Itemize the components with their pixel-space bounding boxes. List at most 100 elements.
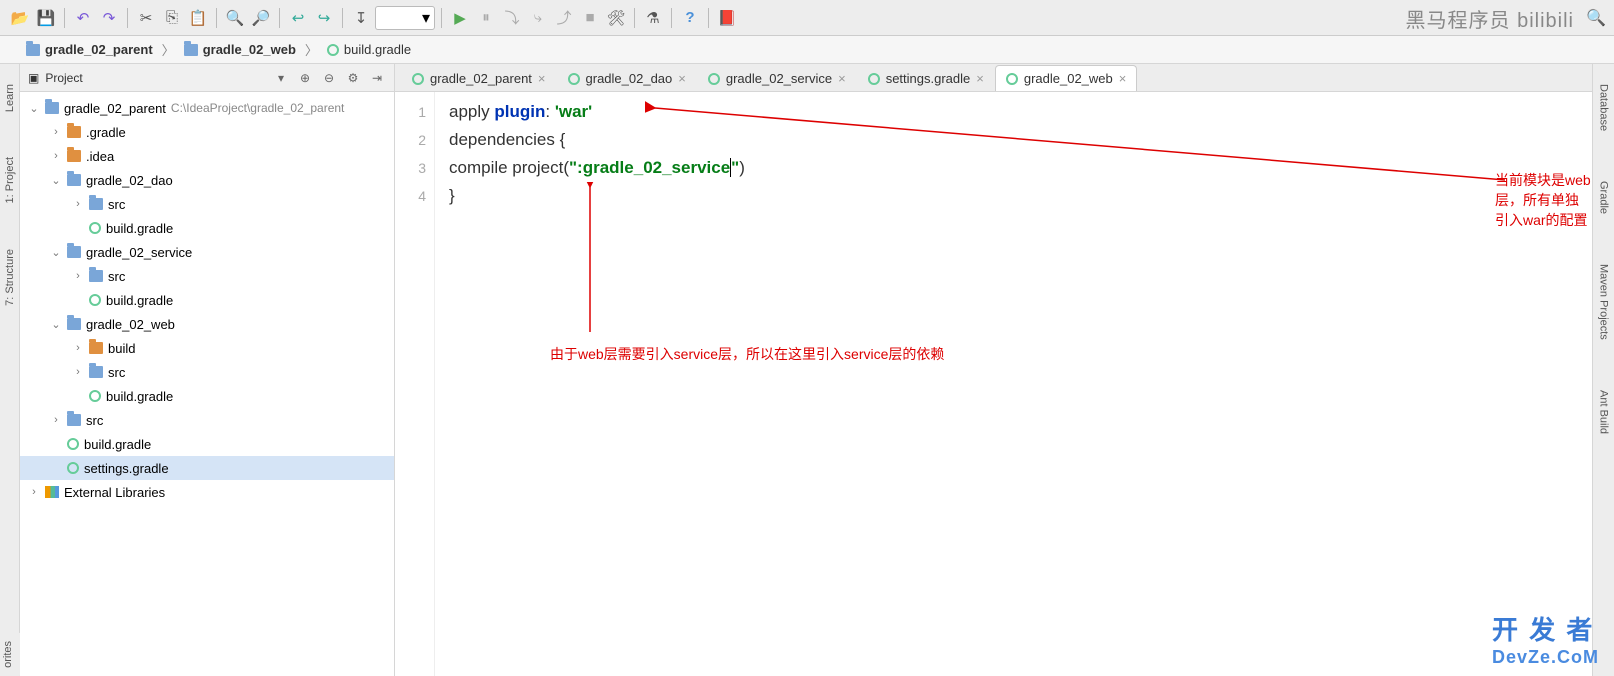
tree-row[interactable]: ›src bbox=[20, 192, 394, 216]
favorites-tool[interactable]: orites bbox=[0, 633, 20, 676]
code-content[interactable]: apply plugin: 'war' dependencies { compi… bbox=[435, 92, 1592, 676]
maven-tool[interactable]: Maven Projects bbox=[1598, 264, 1610, 340]
folder-icon bbox=[89, 198, 103, 210]
editconfig-icon[interactable]: 🛠 bbox=[604, 6, 628, 30]
crumb-web[interactable]: gradle_02_web bbox=[178, 42, 302, 57]
search-icon[interactable]: 🔍 bbox=[1586, 8, 1606, 28]
database-tool[interactable]: Database bbox=[1598, 84, 1610, 131]
twistie-icon[interactable]: ⌄ bbox=[50, 174, 62, 187]
gradle-icon bbox=[67, 438, 79, 450]
close-icon[interactable]: × bbox=[838, 71, 846, 86]
sort-icon[interactable]: ↧ bbox=[349, 6, 373, 30]
gear-icon[interactable]: ⚙ bbox=[344, 69, 362, 87]
stepin-icon[interactable]: ⤷ bbox=[526, 6, 550, 30]
back-icon[interactable]: ↩ bbox=[286, 6, 310, 30]
gradle-icon bbox=[89, 294, 101, 306]
twistie-icon[interactable]: › bbox=[72, 342, 84, 354]
tree-row[interactable]: ›.idea bbox=[20, 144, 394, 168]
profile-icon[interactable]: ⚗ bbox=[641, 6, 665, 30]
twistie-icon[interactable]: › bbox=[50, 150, 62, 162]
tree-label: External Libraries bbox=[64, 485, 165, 500]
tree-row[interactable]: ›src bbox=[20, 264, 394, 288]
close-icon[interactable]: × bbox=[538, 71, 546, 86]
collapse-icon[interactable]: ⊖ bbox=[320, 69, 338, 87]
redo-icon[interactable]: ↷ bbox=[97, 6, 121, 30]
copy-icon[interactable]: ⎘ bbox=[160, 6, 184, 30]
twistie-icon[interactable]: › bbox=[50, 414, 62, 426]
tree-row[interactable]: ⌄gradle_02_web bbox=[20, 312, 394, 336]
gradle-tool[interactable]: Gradle bbox=[1598, 181, 1610, 214]
project-tool[interactable]: 1: Project bbox=[4, 157, 16, 203]
tree-row[interactable]: build.gradle bbox=[20, 288, 394, 312]
paste-icon[interactable]: 📋 bbox=[186, 6, 210, 30]
tree-row[interactable]: ›src bbox=[20, 408, 394, 432]
twistie-icon[interactable]: ⌄ bbox=[50, 318, 62, 331]
separator bbox=[279, 8, 280, 28]
close-icon[interactable]: × bbox=[678, 71, 686, 86]
twistie-icon[interactable]: › bbox=[72, 198, 84, 210]
close-icon[interactable]: × bbox=[976, 71, 984, 86]
debug-icon[interactable]: ⏸ bbox=[474, 6, 498, 30]
chevron-right-icon: 〉 bbox=[162, 40, 175, 59]
stepout-icon[interactable]: ⤴ bbox=[552, 6, 576, 30]
zoomin-icon[interactable]: 🔍 bbox=[223, 6, 247, 30]
editor-tab[interactable]: gradle_02_service× bbox=[697, 65, 857, 91]
tree-row[interactable]: ⌄gradle_02_parent C:\IdeaProject\gradle_… bbox=[20, 96, 394, 120]
tree-row[interactable]: ⌄gradle_02_dao bbox=[20, 168, 394, 192]
separator bbox=[708, 8, 709, 28]
tree-label: .gradle bbox=[86, 125, 126, 140]
hide-icon[interactable]: ⇥ bbox=[368, 69, 386, 87]
twistie-icon[interactable]: › bbox=[28, 486, 40, 498]
folder-icon bbox=[184, 44, 198, 56]
save-icon[interactable]: 💾 bbox=[34, 6, 58, 30]
editor-tab[interactable]: settings.gradle× bbox=[857, 65, 995, 91]
run-config-combo[interactable]: ▾ bbox=[375, 6, 435, 30]
editor-tab[interactable]: gradle_02_dao× bbox=[557, 65, 697, 91]
project-tree[interactable]: ⌄gradle_02_parent C:\IdeaProject\gradle_… bbox=[20, 92, 394, 676]
dropdown-icon[interactable]: ▾ bbox=[272, 69, 290, 87]
crumb-file[interactable]: build.gradle bbox=[321, 42, 417, 57]
twistie-icon[interactable]: › bbox=[72, 270, 84, 282]
folder-icon bbox=[26, 44, 40, 56]
tree-row[interactable]: › External Libraries bbox=[20, 480, 394, 504]
tree-row[interactable]: build.gradle bbox=[20, 432, 394, 456]
exit-icon[interactable]: 📕 bbox=[715, 6, 739, 30]
open-icon[interactable]: 📂 bbox=[8, 6, 32, 30]
structure-tool[interactable]: 7: Structure bbox=[4, 249, 16, 306]
tree-row[interactable]: › .gradle bbox=[20, 120, 394, 144]
zoomout-icon[interactable]: 🔎 bbox=[249, 6, 273, 30]
stepover-icon[interactable]: ⤵ bbox=[500, 6, 524, 30]
folder-icon bbox=[67, 318, 81, 330]
close-icon[interactable]: × bbox=[1119, 71, 1127, 86]
tree-row[interactable]: ⌄gradle_02_service bbox=[20, 240, 394, 264]
folder-icon bbox=[67, 174, 81, 186]
stop-icon[interactable]: ■ bbox=[578, 6, 602, 30]
twistie-icon[interactable]: › bbox=[72, 366, 84, 378]
editor-tabs: gradle_02_parent×gradle_02_dao×gradle_02… bbox=[395, 64, 1592, 92]
crumb-parent[interactable]: gradle_02_parent bbox=[20, 42, 159, 57]
learn-tool[interactable]: Learn bbox=[4, 84, 16, 112]
ant-tool[interactable]: Ant Build bbox=[1598, 390, 1610, 434]
help-icon[interactable]: ? bbox=[678, 6, 702, 30]
cut-icon[interactable]: ✂ bbox=[134, 6, 158, 30]
tree-row[interactable]: build.gradle bbox=[20, 384, 394, 408]
run-icon[interactable]: ▶ bbox=[448, 6, 472, 30]
tree-row[interactable]: ›src bbox=[20, 360, 394, 384]
annotation-1: 当前模块是web层，所有单独引入war的配置 bbox=[1495, 170, 1592, 230]
editor-tab[interactable]: gradle_02_web× bbox=[995, 65, 1138, 91]
forward-icon[interactable]: ↪ bbox=[312, 6, 336, 30]
target-icon[interactable]: ⊕ bbox=[296, 69, 314, 87]
watermark-bottom: 开 发 者 DevZe.CoM bbox=[1492, 610, 1599, 668]
tree-label: build.gradle bbox=[106, 389, 173, 404]
twistie-icon[interactable]: ⌄ bbox=[50, 246, 62, 259]
tree-row[interactable]: build.gradle bbox=[20, 216, 394, 240]
undo-icon[interactable]: ↶ bbox=[71, 6, 95, 30]
tree-row[interactable]: settings.gradle bbox=[20, 456, 394, 480]
editor-tab[interactable]: gradle_02_parent× bbox=[401, 65, 557, 91]
separator bbox=[634, 8, 635, 28]
code-editor[interactable]: 1 2 3 4 apply plugin: 'war' dependencies… bbox=[395, 92, 1592, 676]
twistie-icon[interactable]: ⌄ bbox=[28, 102, 40, 115]
tree-row[interactable]: ›build bbox=[20, 336, 394, 360]
twistie-icon[interactable]: › bbox=[50, 126, 62, 138]
separator bbox=[441, 8, 442, 28]
